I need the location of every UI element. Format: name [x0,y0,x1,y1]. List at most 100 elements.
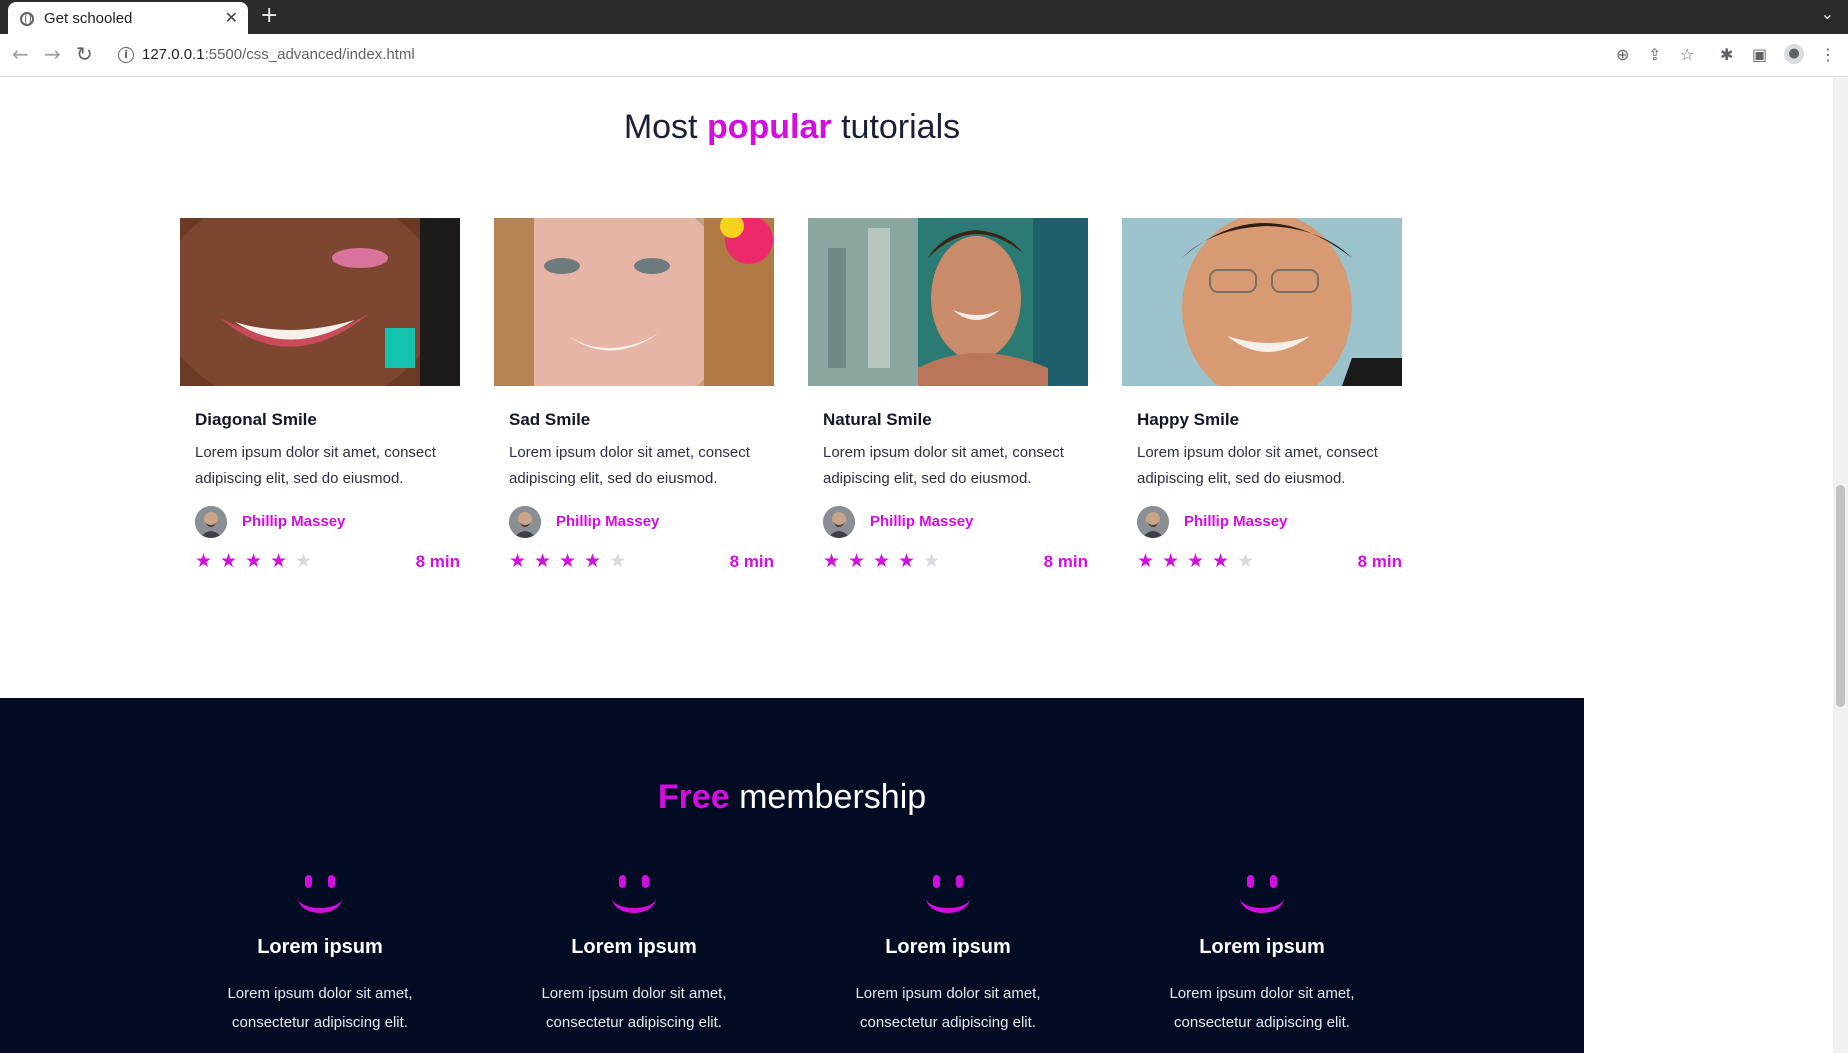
avatar [823,506,855,538]
card-description: Lorem ipsum dolor sit amet, consect adip… [1137,444,1378,487]
side-panel-icon[interactable]: ▣ [1752,45,1767,64]
card-description: Lorem ipsum dolor sit amet, consect adip… [195,444,436,487]
title-after: tutorials [841,108,961,146]
scrollbar-thumb[interactable] [1836,485,1845,707]
tutorial-image[interactable] [180,218,460,386]
benefit-description-line: consectetur adipiscing elit. [232,1014,408,1031]
card-description: Lorem ipsum dolor sit amet, consect adip… [823,444,1064,487]
benefit-item: Lorem ipsum Lorem ipsum dolor sit amet, c… [494,873,774,1037]
url-host: 127.0.0.1 [142,46,205,63]
reload-icon[interactable]: ↻ [76,42,93,66]
share-icon[interactable]: ⇪ [1648,45,1661,64]
rating-star-icon: ★ [1187,550,1205,572]
avatar [1137,506,1169,538]
benefit-title: Lorem ipsum [571,936,697,958]
duration: 8 min [1357,552,1402,571]
membership-section: Free membership Lorem ipsum Lorem ipsum … [0,698,1584,1053]
benefit-description-line: Lorem ipsum dolor sit amet, [227,985,413,1002]
rating-stars: ★ ★ ★ ★ ★ [823,550,948,574]
author-name[interactable]: Phillip Massey [242,513,345,530]
tutorial-card[interactable]: Happy Smile Lorem ipsum dolor sit amet, … [1122,218,1402,588]
smile-icon [295,873,345,918]
benefit-title: Lorem ipsum [257,936,383,958]
zoom-icon[interactable]: ⊕ [1616,45,1629,64]
benefit-title: Lorem ipsum [1199,936,1325,958]
author-name[interactable]: Phillip Massey [556,513,659,530]
benefit-description-line: Lorem ipsum dolor sit amet, [855,985,1041,1002]
card-title[interactable]: Natural Smile [823,410,932,430]
title-after: membership [739,778,927,816]
browser-tab[interactable]: Get schooled ✕ [8,2,248,34]
benefit-description: Lorem ipsum dolor sit amet, consectetur a… [808,979,1088,1037]
benefit-description-line: consectetur adipiscing elit. [1174,1014,1350,1031]
avatar [509,506,541,538]
avatar [195,506,227,538]
rating-star-icon: ★ [584,550,602,572]
author-name[interactable]: Phillip Massey [1184,513,1287,530]
puzzle-extensions-icon[interactable]: ✱ [1720,45,1733,64]
rating-stars: ★ ★ ★ ★ ★ [195,550,320,574]
rating-stars: ★ ★ ★ ★ ★ [1137,550,1262,574]
forward-arrow-icon[interactable]: → [44,42,61,66]
benefit-title: Lorem ipsum [885,936,1011,958]
benefit-description: Lorem ipsum dolor sit amet, consectetur a… [180,979,460,1037]
smile-icon [1237,873,1287,918]
title-accent: Free [657,778,730,816]
rating-star-icon: ★ [270,550,288,572]
benefit-description-line: Lorem ipsum dolor sit amet, [541,985,727,1002]
rating-star-icon: ★ [509,550,527,572]
kebab-menu-icon[interactable]: ⋮ [1820,45,1836,64]
globe-icon [20,12,34,26]
chevron-down-icon[interactable]: ⌄ [1821,4,1834,23]
rating-star-icon: ★ [848,550,866,572]
benefit-description: Lorem ipsum dolor sit amet, consectetur a… [1122,979,1402,1037]
rating-star-icon: ★ [245,550,263,572]
back-arrow-icon[interactable]: ← [12,42,29,66]
address-bar[interactable]: 127.0.0.1:5500/css_advanced/index.html [142,46,415,63]
rating-star-icon: ★ [898,550,916,572]
rating-star-icon: ★ [609,550,627,572]
popular-section-title: Most popular tutorials [0,108,1584,147]
close-icon[interactable]: ✕ [225,8,238,27]
rating-star-icon: ★ [534,550,552,572]
tutorial-card[interactable]: Natural Smile Lorem ipsum dolor sit amet… [808,218,1088,588]
rating-star-icon: ★ [1162,550,1180,572]
author-name[interactable]: Phillip Massey [870,513,973,530]
card-title[interactable]: Sad Smile [509,410,590,430]
tutorial-image[interactable] [808,218,1088,386]
rating-star-icon: ★ [1137,550,1155,572]
benefit-description-line: Lorem ipsum dolor sit amet, [1169,985,1355,1002]
tutorial-image[interactable] [494,218,774,386]
plus-icon[interactable]: + [260,3,278,28]
smile-icon [609,873,659,918]
rating-star-icon: ★ [923,550,941,572]
page-scrollbar[interactable] [1833,78,1848,1053]
card-description: Lorem ipsum dolor sit amet, consect adip… [509,444,750,487]
tab-title: Get schooled [44,10,133,27]
rating-star-icon: ★ [195,550,213,572]
rating-star-icon: ★ [873,550,891,572]
rating-stars: ★ ★ ★ ★ ★ [509,550,634,574]
rating-star-icon: ★ [220,550,238,572]
rating-star-icon: ★ [295,550,313,572]
smile-icon [923,873,973,918]
title-accent: popular [706,108,832,146]
membership-section-title: Free membership [0,778,1584,817]
rating-star-icon: ★ [1212,550,1230,572]
star-bookmark-icon[interactable]: ☆ [1680,45,1694,64]
info-icon[interactable]: i [118,47,134,63]
tutorial-card[interactable]: Sad Smile Lorem ipsum dolor sit amet, co… [494,218,774,588]
profile-icon[interactable]: ● [1784,44,1804,64]
tutorial-card[interactable]: Diagonal Smile Lorem ipsum dolor sit ame… [180,218,460,588]
rating-star-icon: ★ [559,550,577,572]
browser-toolbar: ← → ↻ i 127.0.0.1:5500/css_advanced/inde… [0,34,1848,77]
tutorial-image[interactable] [1122,218,1402,386]
card-title[interactable]: Diagonal Smile [195,410,317,430]
duration: 8 min [1043,552,1088,571]
benefit-item: Lorem ipsum Lorem ipsum dolor sit amet, c… [1122,873,1402,1037]
rating-star-icon: ★ [823,550,841,572]
card-title[interactable]: Happy Smile [1137,410,1239,430]
duration: 8 min [415,552,460,571]
page-viewport: Most popular tutorials Diagonal Smile Lo… [0,78,1833,1053]
benefit-description-line: consectetur adipiscing elit. [546,1014,722,1031]
